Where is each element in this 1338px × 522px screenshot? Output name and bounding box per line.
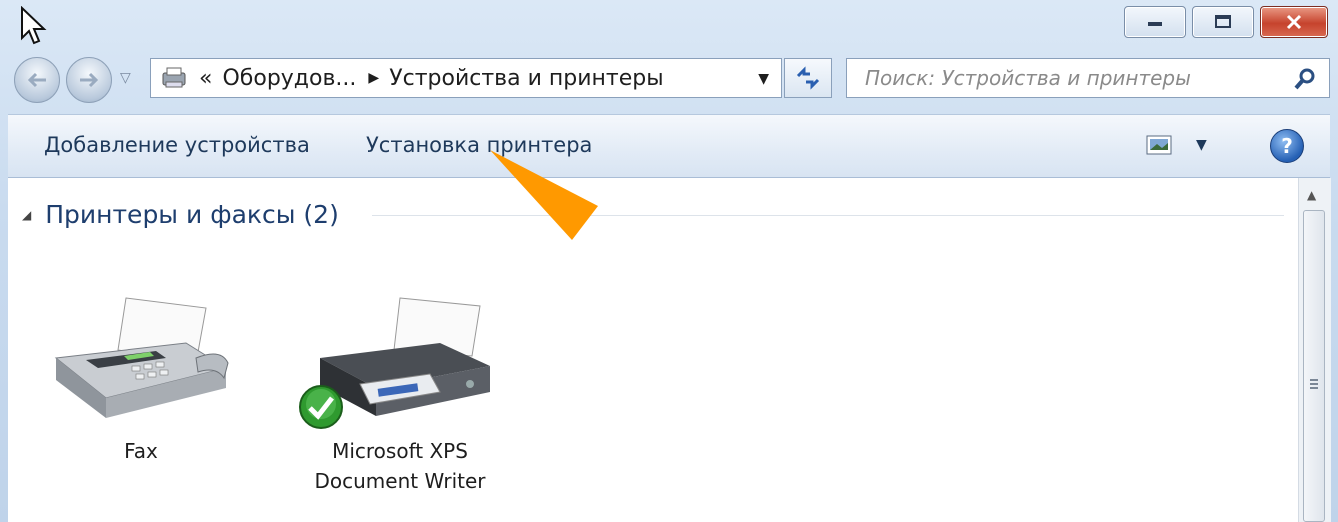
device-label-line1: Fax xyxy=(124,439,158,463)
collapse-triangle-icon[interactable]: ◢ xyxy=(22,208,31,222)
fax-icon xyxy=(54,297,229,418)
view-options-dropdown[interactable]: ▼ xyxy=(1196,137,1207,153)
device-fax[interactable]: Fax xyxy=(46,288,236,466)
search-input[interactable] xyxy=(863,65,1297,91)
maximize-icon xyxy=(1215,15,1231,28)
back-button[interactable] xyxy=(14,57,60,103)
close-icon xyxy=(1286,14,1302,30)
help-button[interactable]: ? xyxy=(1270,129,1304,163)
search-icon[interactable] xyxy=(1293,67,1317,91)
change-view-icon[interactable] xyxy=(1146,135,1172,155)
grip-icon xyxy=(1310,379,1318,391)
group-header-printers-faxes[interactable]: ◢ Принтеры и факсы (2) xyxy=(22,200,339,229)
devices-folder-icon xyxy=(162,67,186,88)
breadcrumb-separator[interactable]: ▶ xyxy=(368,70,379,86)
forward-button[interactable] xyxy=(66,57,112,103)
device-microsoft-xps[interactable]: Microsoft XPS Document Writer xyxy=(290,288,510,496)
default-checkmark-icon xyxy=(299,385,343,429)
mouse-cursor-icon xyxy=(21,6,47,45)
vertical-scrollbar[interactable]: ▲ xyxy=(1298,178,1331,522)
group-title: Принтеры и факсы (2) xyxy=(45,200,339,229)
device-list-pane: ◢ Принтеры и факсы (2) Fax Microsoft XPS… xyxy=(8,178,1298,522)
minimize-button[interactable] xyxy=(1124,6,1186,38)
scroll-thumb[interactable] xyxy=(1303,210,1325,522)
annotation-arrow-icon xyxy=(490,150,598,240)
minimize-icon xyxy=(1148,22,1162,26)
address-bar[interactable]: « Оборудов... ▶ Устройства и принтеры ▼ xyxy=(150,58,782,98)
window-controls xyxy=(1118,6,1328,38)
refresh-icon xyxy=(796,66,820,90)
address-dropdown-button[interactable]: ▼ xyxy=(758,71,769,87)
scroll-up-arrow-icon[interactable]: ▲ xyxy=(1307,188,1316,202)
device-label-line1: Microsoft XPS xyxy=(332,439,468,463)
add-device-button[interactable]: Добавление устройства xyxy=(44,133,310,157)
arrow-right-icon xyxy=(80,72,99,88)
breadcrumb-overflow[interactable]: « xyxy=(199,66,212,91)
search-box[interactable] xyxy=(846,58,1330,98)
arrow-left-icon xyxy=(27,72,46,88)
maximize-button[interactable] xyxy=(1192,6,1254,38)
command-bar: Добавление устройства Установка принтера… xyxy=(8,114,1330,178)
breadcrumb-devices-printers[interactable]: Устройства и принтеры xyxy=(389,66,663,91)
breadcrumb-hardware[interactable]: Оборудов... xyxy=(222,66,356,91)
recent-pages-dropdown[interactable]: ▽ xyxy=(120,70,131,86)
refresh-button[interactable] xyxy=(784,58,832,98)
device-label-line2: Document Writer xyxy=(314,469,486,493)
close-button[interactable] xyxy=(1260,6,1328,38)
window-frame: ▽ « Оборудов... ▶ Устройства и принтеры … xyxy=(0,0,1338,522)
